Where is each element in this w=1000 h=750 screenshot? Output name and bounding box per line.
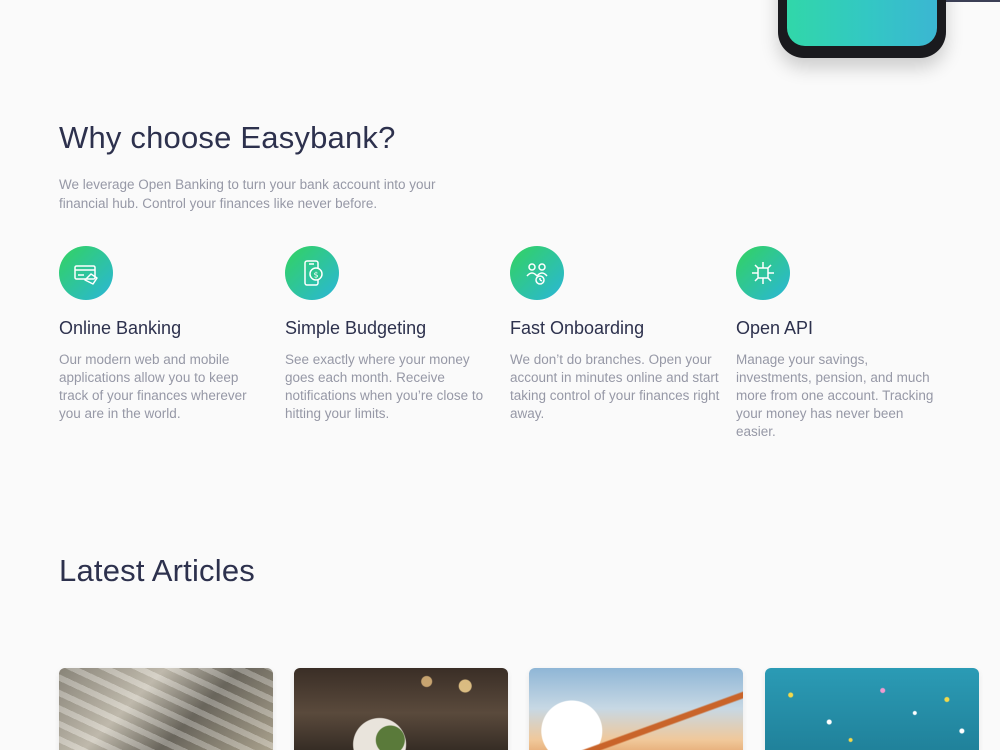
phone-mockup-image	[778, 0, 946, 58]
feature-open-api: Open API Manage your savings, investment…	[736, 246, 946, 441]
confetti-image	[765, 668, 979, 750]
feature-title: Fast Onboarding	[510, 318, 645, 338]
why-section-description: We leverage Open Banking to turn your ba…	[59, 177, 436, 211]
feature-simple-budgeting: $ Simple Budgeting See exactly where you…	[285, 246, 495, 423]
onboarding-icon	[510, 246, 564, 300]
feature-fast-onboarding: Fast Onboarding We don’t do branches. Op…	[510, 246, 720, 423]
feature-title: Online Banking	[59, 318, 182, 338]
feature-description: See exactly where your money goes each m…	[285, 352, 484, 421]
feature-description: We don’t do branches. Open your account …	[510, 352, 720, 421]
feature-description: Our modern web and mobile applications a…	[59, 352, 247, 421]
article-card[interactable]	[529, 668, 743, 750]
decorative-edge	[946, 0, 1000, 2]
currency-image	[59, 668, 273, 750]
article-card[interactable]	[294, 668, 508, 750]
online-banking-icon	[59, 246, 113, 300]
budgeting-icon: $	[285, 246, 339, 300]
feature-title: Open API	[736, 318, 814, 338]
feature-online-banking: Online Banking Our modern web and mobile…	[59, 246, 269, 423]
feature-title: Simple Budgeting	[285, 318, 427, 338]
article-card[interactable]	[59, 668, 273, 750]
phone-screen	[787, 0, 937, 46]
restaurant-image	[294, 668, 508, 750]
api-icon	[736, 246, 790, 300]
article-card[interactable]	[765, 668, 979, 750]
plane-image	[529, 668, 743, 750]
why-section-title: Why choose Easybank?	[59, 120, 396, 155]
feature-description: Manage your savings, investments, pensio…	[736, 352, 934, 439]
svg-text:$: $	[313, 271, 318, 280]
page: Why choose Easybank? We leverage Open Ba…	[0, 0, 1000, 750]
articles-section-title: Latest Articles	[59, 553, 255, 588]
